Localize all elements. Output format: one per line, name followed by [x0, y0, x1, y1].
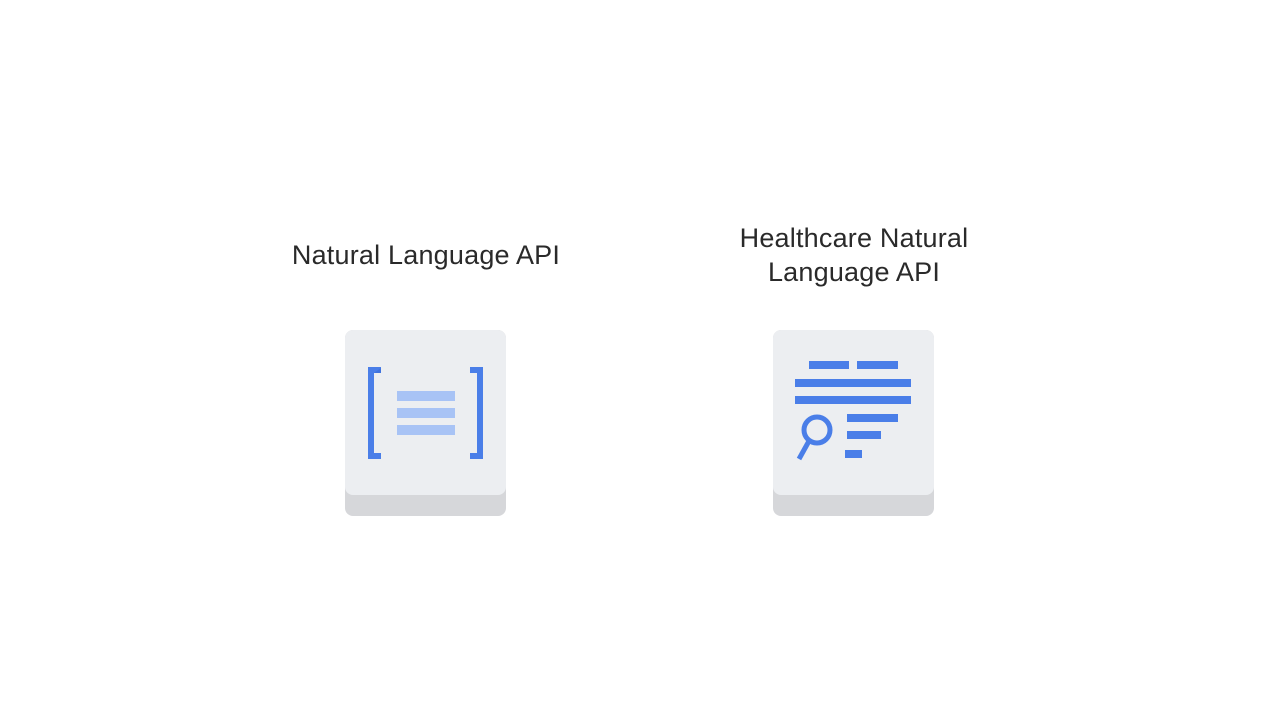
natural-language-api-title: Natural Language API: [291, 240, 561, 270]
text-search-icon: [795, 361, 911, 461]
healthcare-natural-language-api-title: Healthcare Natural Language API: [739, 223, 969, 287]
slide: Natural Language API Healthcare Natural …: [0, 0, 1280, 720]
natural-language-api-tile: [345, 330, 506, 516]
bracketed-text-icon: [368, 367, 483, 459]
healthcare-natural-language-api-tile: [773, 330, 934, 516]
